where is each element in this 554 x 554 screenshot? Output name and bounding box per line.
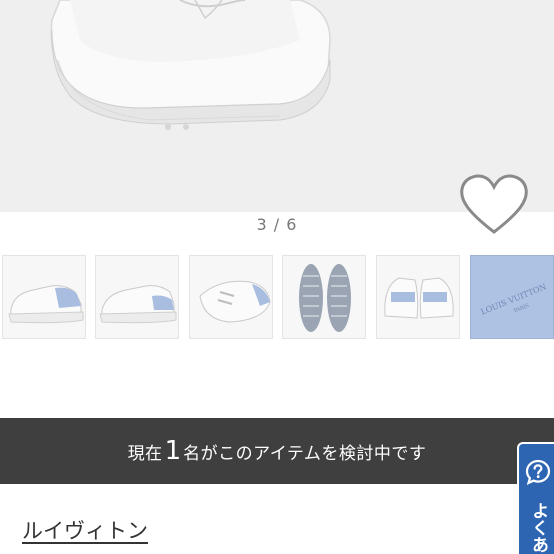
thumbnail-4[interactable] [282,255,366,339]
question-icon [525,459,551,485]
viewers-banner: 現在 1 名がこのアイテムを検討中です [0,418,554,484]
thumbnail-5[interactable] [376,255,460,339]
thumbnail-3[interactable] [189,255,273,339]
soles-thumbnail-image [283,256,365,338]
thumbnail-2[interactable] [95,255,179,339]
thumbnail-6[interactable]: LOUIS VUITTON PARIS [470,255,554,339]
banner-suffix: 名がこのアイテムを検討中です [183,443,427,464]
viewer-count: 1 [164,436,182,466]
sneaker-thumbnail-image [96,256,178,338]
brand-link[interactable]: ルイヴィトン [22,515,148,545]
thumbnail-strip: LOUIS VUITTON PARIS [0,255,554,339]
faq-help-button[interactable]: よくあ [517,442,554,554]
image-counter: 3 / 6 [256,215,298,234]
faq-label: よくあ [528,502,548,553]
bag-thumbnail-image: LOUIS VUITTON PARIS [471,256,553,338]
sneaker-thumbnail-image [3,256,85,338]
sneaker-thumbnail-image [190,256,272,338]
banner-prefix: 現在 [127,443,163,464]
thumbnail-1[interactable] [2,255,86,339]
heels-thumbnail-image [377,256,459,338]
